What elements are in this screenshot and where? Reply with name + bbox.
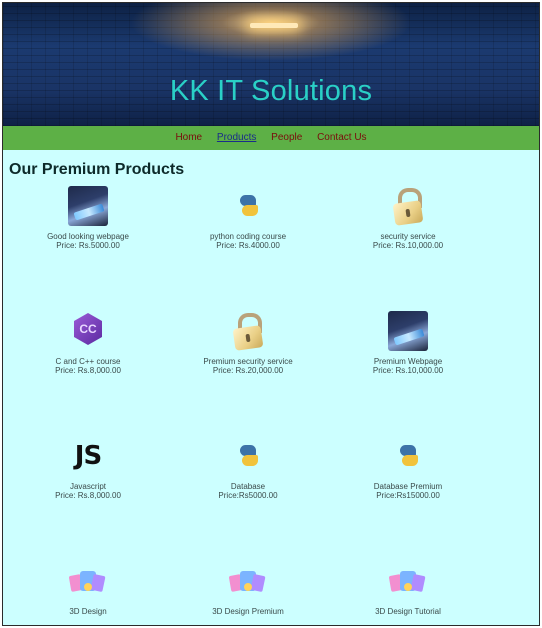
site-title: KK IT Solutions — [169, 75, 373, 107]
webpage-icon — [68, 186, 108, 226]
3d-design-icon — [68, 561, 108, 601]
cpp-icon: CC — [68, 311, 108, 351]
page-frame: KK IT Solutions Home Products People Con… — [2, 2, 540, 626]
nav-link-products[interactable]: Products — [217, 132, 256, 143]
product-name: C and C++ course — [55, 357, 121, 366]
product-price: Price:Rs5000.00 — [218, 491, 278, 500]
product-price: Price: Rs.8,000.00 — [55, 491, 121, 500]
lock-icon — [228, 311, 268, 351]
javascript-icon: JS — [74, 441, 102, 471]
product-name: Good looking webpage — [47, 232, 129, 241]
product-price: Price: Rs.10,000.00 — [372, 241, 444, 250]
product-name: Database Premium — [373, 482, 443, 491]
3d-design-icon — [228, 561, 268, 601]
python-icon — [228, 186, 268, 226]
product-card[interactable]: 3D Design — [13, 561, 163, 616]
python-icon — [388, 436, 428, 476]
product-name: 3D Design Tutorial — [375, 607, 441, 616]
product-price: Price: Rs.20,000.00 — [212, 366, 284, 375]
product-name: python coding course — [209, 232, 287, 241]
lamp-light — [250, 23, 298, 28]
product-name: Javascript — [69, 482, 106, 491]
product-card[interactable]: Premium security service Price: Rs.20,00… — [173, 311, 323, 375]
product-card[interactable]: 3D Design Premium — [173, 561, 323, 616]
product-card[interactable]: security service Price: Rs.10,000.00 — [333, 186, 483, 250]
section-title: Our Premium Products — [9, 161, 185, 178]
product-card[interactable]: Database Premium Price:Rs15000.00 — [333, 436, 483, 500]
nav-link-people[interactable]: People — [271, 132, 302, 143]
product-card[interactable]: Good looking webpage Price: Rs.5000.00 — [13, 186, 163, 250]
product-card[interactable]: CC C and C++ course Price: Rs.8,000.00 — [13, 311, 163, 375]
lock-icon — [388, 186, 428, 226]
product-name: Premium Webpage — [373, 357, 443, 366]
product-name: Database — [230, 482, 266, 491]
header-banner: KK IT Solutions — [3, 3, 539, 126]
python-icon — [228, 436, 268, 476]
product-price: Price: Rs.4000.00 — [216, 241, 280, 250]
product-price: Price:Rs15000.00 — [376, 491, 440, 500]
3d-design-icon — [388, 561, 428, 601]
product-price: Price: Rs.10,000.00 — [372, 366, 444, 375]
product-name: 3D Design Premium — [212, 607, 284, 616]
product-card[interactable]: Premium Webpage Price: Rs.10,000.00 — [333, 311, 483, 375]
webpage-icon — [388, 311, 428, 351]
product-name: 3D Design — [69, 607, 107, 616]
nav-bar: Home Products People Contact Us — [3, 126, 539, 150]
product-price: Price: Rs.8,000.00 — [55, 366, 121, 375]
product-name: security service — [380, 232, 436, 241]
product-name: Premium security service — [203, 357, 293, 366]
nav-link-home[interactable]: Home — [175, 132, 202, 143]
product-card[interactable]: Database Price:Rs5000.00 — [173, 436, 323, 500]
nav-link-contact[interactable]: Contact Us — [317, 132, 366, 143]
product-card[interactable]: 3D Design Tutorial — [333, 561, 483, 616]
product-card[interactable]: JS Javascript Price: Rs.8,000.00 — [13, 436, 163, 500]
product-card[interactable]: python coding course Price: Rs.4000.00 — [173, 186, 323, 250]
product-price: Price: Rs.5000.00 — [56, 241, 120, 250]
